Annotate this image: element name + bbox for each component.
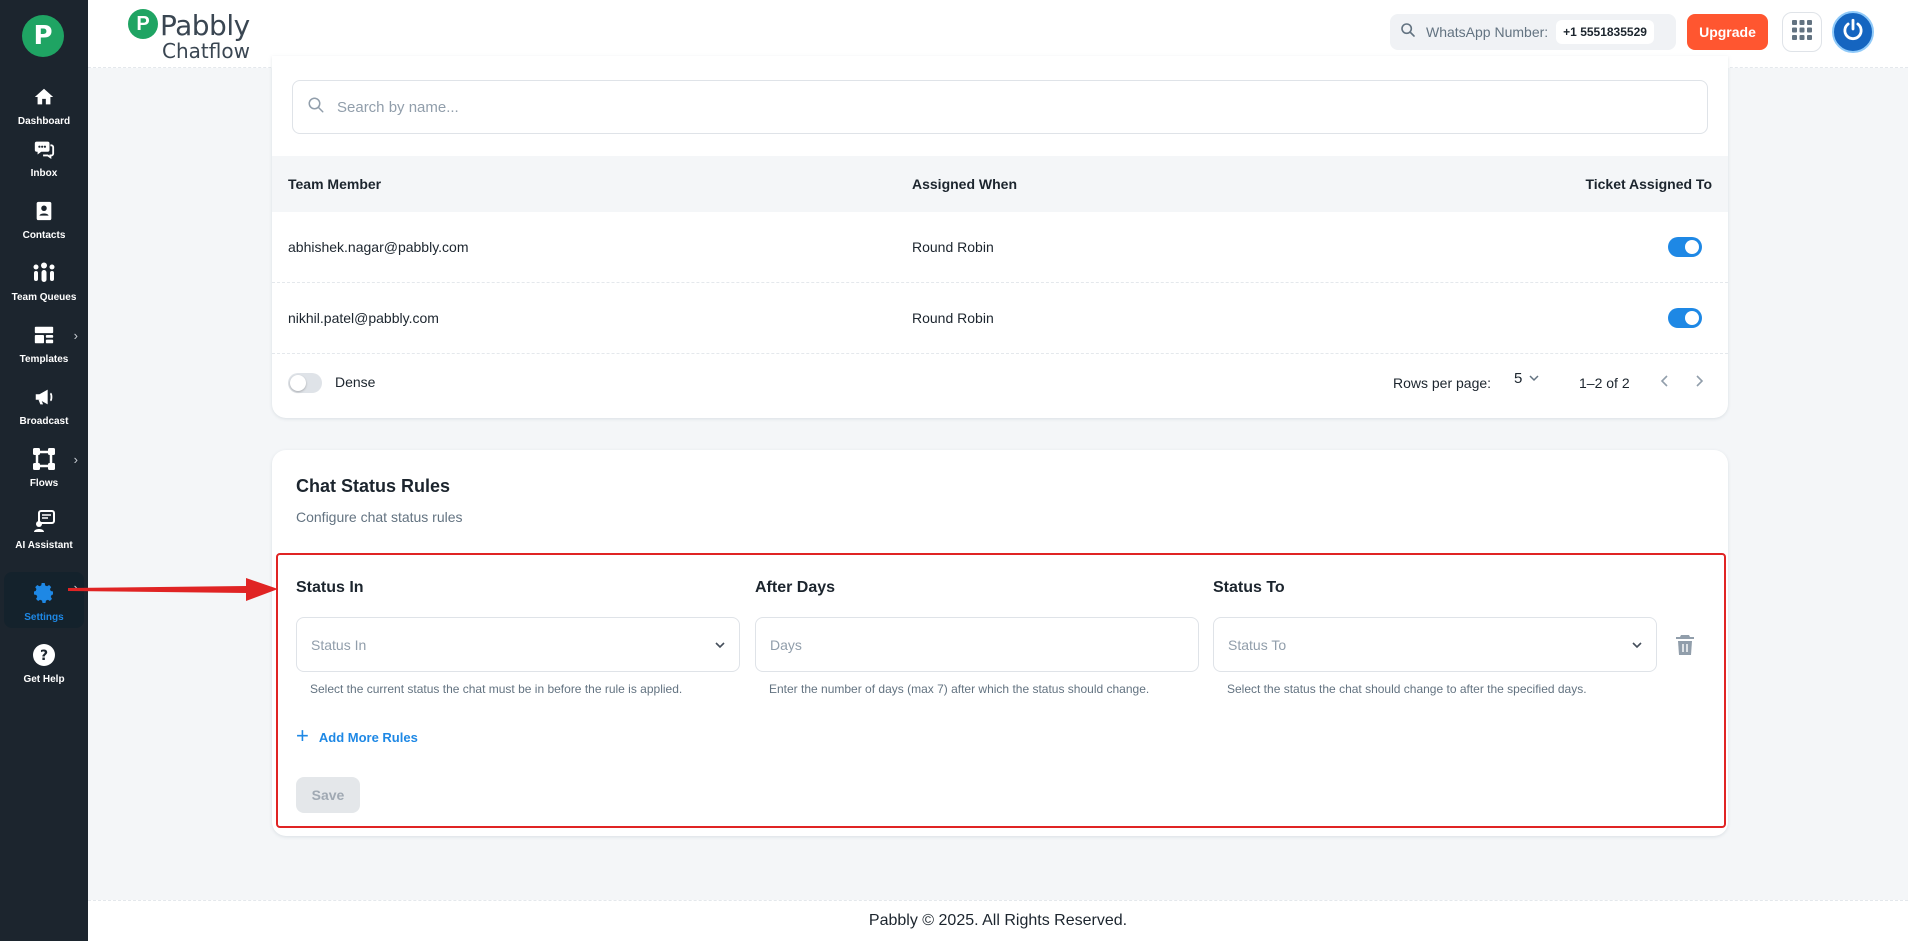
- rows-per-page-value: 5: [1514, 370, 1523, 387]
- sidebar-item-label: Settings: [24, 612, 64, 623]
- sidebar-item-label: Templates: [19, 354, 69, 365]
- upgrade-button[interactable]: Upgrade: [1687, 14, 1768, 50]
- template-icon: [31, 322, 57, 348]
- brand-mark-icon: P: [128, 9, 158, 39]
- contact-book-icon: [31, 198, 57, 224]
- sidebar: P Dashboard Inbox Contacts Team Queues T…: [0, 0, 88, 941]
- grid-icon: [1792, 19, 1812, 45]
- table-footer: Dense Rows per page: 5 1–2 of 2: [272, 353, 1728, 413]
- sidebar-item-label: Contacts: [22, 230, 66, 241]
- dense-toggle[interactable]: [288, 373, 322, 393]
- previous-page-icon[interactable]: [1658, 373, 1672, 392]
- avatar[interactable]: [1832, 11, 1874, 53]
- team-icon: [31, 260, 57, 286]
- chat-bubbles-icon: [31, 136, 57, 162]
- add-more-rules-button[interactable]: + Add More Rules: [296, 723, 418, 749]
- flows-icon: [31, 446, 57, 472]
- plus-icon: +: [296, 723, 309, 748]
- page-footer: Pabbly © 2025. All Rights Reserved.: [88, 900, 1908, 941]
- section-title: Chat Status Rules: [296, 476, 451, 496]
- team-assignment-card: Search by name... Team Member Assigned W…: [272, 56, 1728, 418]
- pagination-range: 1–2 of 2: [1579, 375, 1630, 391]
- search-icon: [307, 96, 325, 119]
- app-logo[interactable]: P: [22, 15, 64, 57]
- brand-logo[interactable]: P Pabbly Chatflow: [128, 7, 258, 63]
- sidebar-item-team-queues[interactable]: Team Queues: [4, 252, 84, 308]
- status-in-heading: Status In: [296, 579, 364, 596]
- sidebar-item-label: Broadcast: [19, 416, 69, 427]
- after-days-heading: After Days: [755, 579, 836, 596]
- search-icon: [1400, 22, 1416, 43]
- assigned-when: Round Robin: [912, 310, 994, 326]
- team-member-email: abhishek.nagar@pabbly.com: [288, 239, 469, 255]
- after-days-placeholder: Days: [770, 636, 802, 653]
- ticket-assigned-toggle[interactable]: [1668, 308, 1702, 328]
- column-header-team-member: Team Member: [288, 176, 382, 192]
- sidebar-item-templates[interactable]: Templates ›: [4, 314, 84, 370]
- table-header: Team Member Assigned When Ticket Assigne…: [272, 156, 1728, 212]
- sidebar-item-get-help[interactable]: ? Get Help: [4, 634, 84, 690]
- sidebar-item-dashboard[interactable]: Dashboard: [4, 76, 84, 132]
- chevron-down-icon: [1528, 371, 1540, 387]
- sidebar-item-flows[interactable]: Flows ›: [4, 438, 84, 494]
- whatsapp-number-value: +1 5551835529: [1556, 20, 1654, 44]
- chevron-down-icon: [713, 638, 727, 655]
- whatsapp-number-selector[interactable]: WhatsApp Number: +1 5551835529: [1390, 14, 1676, 50]
- column-header-assigned-when: Assigned When: [912, 176, 1018, 192]
- status-to-heading: Status To: [1213, 579, 1285, 596]
- annotation-arrow: [68, 578, 278, 601]
- sidebar-item-contacts[interactable]: Contacts: [4, 190, 84, 246]
- sidebar-item-label: AI Assistant: [15, 540, 73, 551]
- assigned-when: Round Robin: [912, 239, 994, 255]
- rows-per-page-label: Rows per page:: [1393, 375, 1492, 391]
- sidebar-item-ai-assistant[interactable]: AI Assistant: [4, 500, 84, 556]
- power-icon: [1840, 17, 1866, 48]
- home-icon: [31, 84, 57, 110]
- sidebar-item-inbox[interactable]: Inbox: [4, 128, 84, 184]
- brand-name: Pabbly: [160, 9, 250, 42]
- status-to-help-text: Select the status the chat should change…: [1227, 682, 1587, 696]
- sidebar-item-label: Inbox: [30, 168, 58, 179]
- ticket-assigned-toggle[interactable]: [1668, 237, 1702, 257]
- save-button[interactable]: Save: [296, 777, 360, 813]
- add-more-rules-label: Add More Rules: [318, 729, 418, 745]
- gear-icon: [31, 580, 57, 606]
- chevron-right-icon: ›: [73, 452, 78, 467]
- apps-grid-button[interactable]: [1782, 12, 1822, 52]
- table-row: abhishek.nagar@pabbly.com Round Robin: [272, 212, 1728, 283]
- sidebar-item-label: Get Help: [23, 674, 65, 685]
- column-header-ticket-assigned-to: Ticket Assigned To: [1585, 176, 1712, 192]
- status-to-placeholder: Status To: [1228, 636, 1287, 653]
- search-placeholder: Search by name...: [337, 98, 459, 116]
- megaphone-icon: [31, 384, 57, 410]
- whatsapp-number-label: WhatsApp Number:: [1426, 24, 1549, 40]
- search-input[interactable]: Search by name...: [292, 80, 1708, 134]
- ai-assistant-icon: [31, 508, 57, 534]
- status-to-select[interactable]: Status To: [1213, 617, 1657, 672]
- dense-label: Dense: [335, 374, 376, 390]
- after-days-input[interactable]: Days: [755, 617, 1199, 672]
- sidebar-item-label: Dashboard: [17, 116, 71, 127]
- status-in-help-text: Select the current status the chat must …: [310, 682, 683, 696]
- sidebar-item-label: Flows: [29, 478, 59, 489]
- chevron-down-icon: [1630, 638, 1644, 655]
- section-subtitle: Configure chat status rules: [296, 509, 463, 525]
- sidebar-item-label: Team Queues: [11, 292, 77, 303]
- table-row: nikhil.patel@pabbly.com Round Robin: [272, 283, 1728, 354]
- copyright-text: Pabbly © 2025. All Rights Reserved.: [868, 912, 1128, 929]
- delete-rule-button[interactable]: [1675, 634, 1695, 661]
- svg-text:?: ?: [40, 648, 48, 664]
- after-days-help-text: Enter the number of days (max 7) after w…: [769, 682, 1150, 696]
- sidebar-item-broadcast[interactable]: Broadcast: [4, 376, 84, 432]
- chevron-right-icon: ›: [73, 328, 78, 343]
- next-page-icon[interactable]: [1692, 373, 1706, 392]
- status-in-select[interactable]: Status In: [296, 617, 740, 672]
- trash-icon: [1675, 635, 1695, 660]
- status-in-placeholder: Status In: [311, 636, 367, 653]
- rows-per-page-select[interactable]: 5: [1514, 370, 1540, 387]
- brand-product: Chatflow: [162, 39, 250, 63]
- help-icon: ?: [31, 642, 57, 668]
- team-member-email: nikhil.patel@pabbly.com: [288, 310, 439, 326]
